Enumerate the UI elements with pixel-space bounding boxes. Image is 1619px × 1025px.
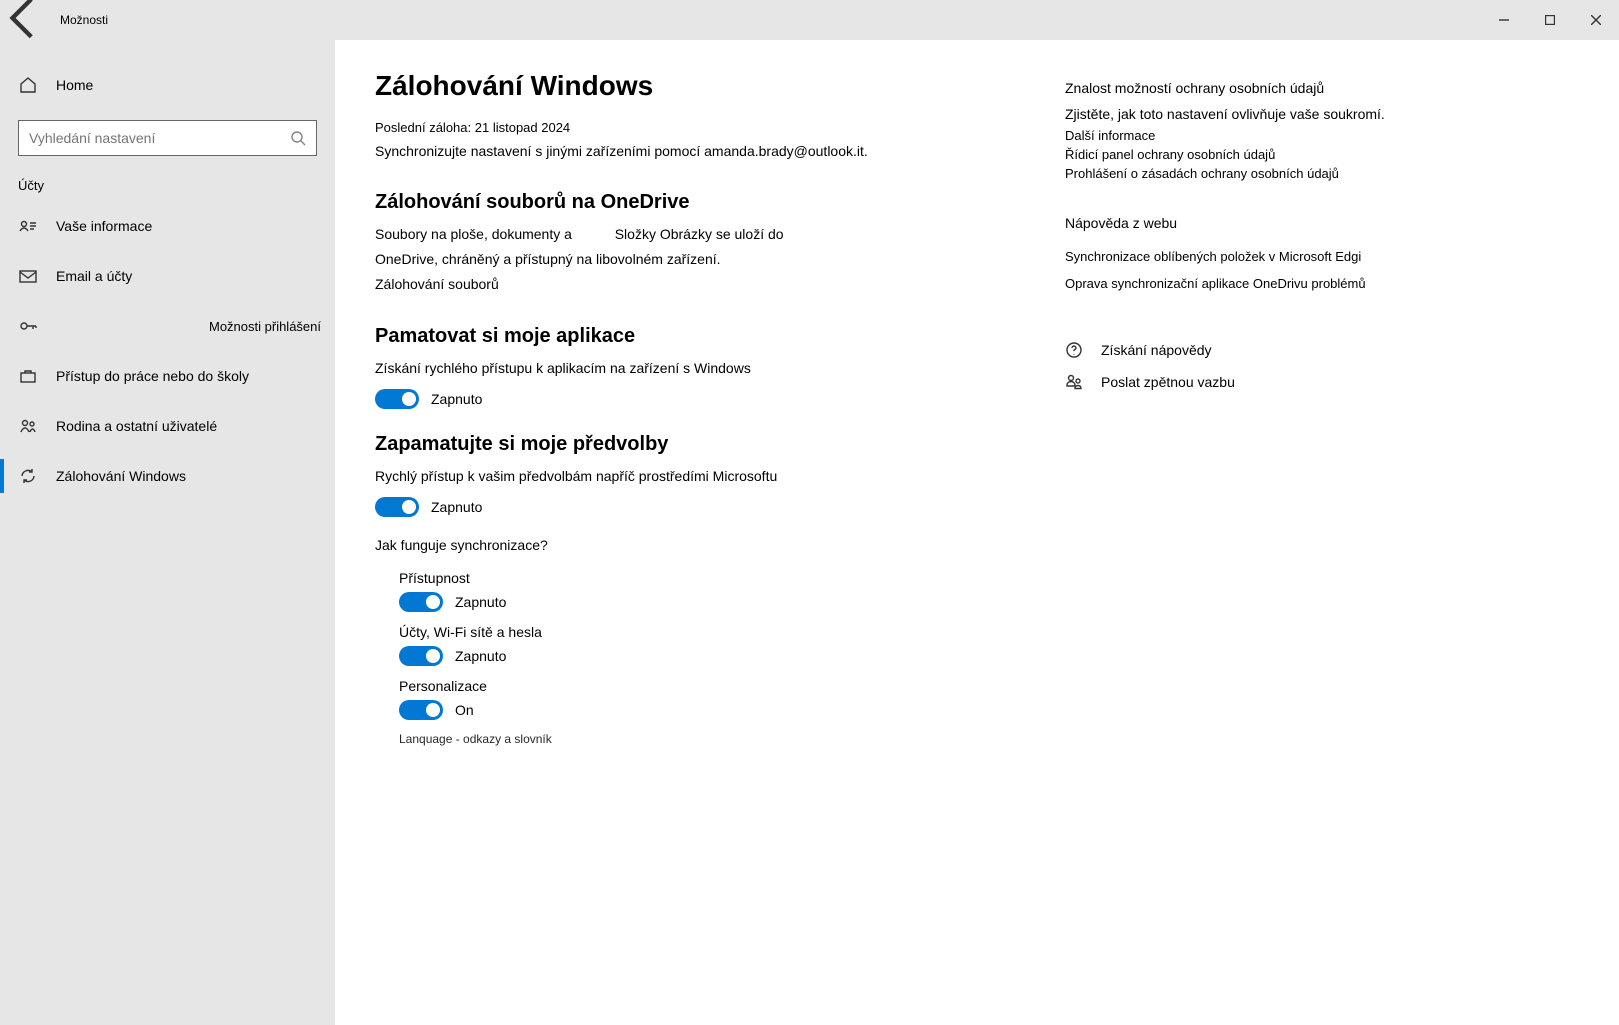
key-icon — [18, 316, 38, 336]
sub-passwords-label: Účty, Wi-Fi sítě a hesla — [399, 624, 1015, 640]
sidebar-item-family[interactable]: Rodina a ostatní uživatelé — [0, 401, 335, 451]
prefs-heading: Zapamatujte si moje předvolby — [375, 433, 1015, 456]
onedrive-manage-link[interactable]: Zálohování souborů — [375, 274, 1015, 295]
search-box[interactable] — [18, 120, 317, 156]
prefs-toggle-state: Zapnuto — [431, 499, 482, 515]
sidebar-item-work[interactable]: Přístup do práce nebo do školy — [0, 351, 335, 401]
sidebar-item-label: Zálohování Windows — [56, 468, 186, 484]
minimize-button[interactable] — [1481, 0, 1527, 40]
help-icon — [1065, 341, 1083, 359]
sidebar-section-header: Účty — [0, 168, 335, 201]
right-pane: Znalost možností ochrany osobních údajů … — [1055, 40, 1595, 1025]
feedback-icon — [1065, 373, 1083, 391]
privacy-desc: Zjistěte, jak toto nastavení ovlivňuje v… — [1065, 106, 1555, 122]
onedrive-heading: Zálohování souborů na OneDrive — [375, 191, 1015, 214]
sidebar-item-your-info[interactable]: Vaše informace — [0, 201, 335, 251]
privacy-link-dashboard[interactable]: Řídicí panel ochrany osobních údajů — [1065, 147, 1555, 162]
apps-toggle-state: Zapnuto — [431, 391, 482, 407]
home-icon — [18, 75, 38, 95]
webhelp-link-onedrive[interactable]: Oprava synchronizační aplikace OneDrivu … — [1065, 276, 1555, 291]
person-card-icon — [18, 216, 38, 236]
sub-passwords-toggle[interactable] — [399, 646, 443, 666]
apps-desc: Získání rychlého přístupu k aplikacím na… — [375, 358, 1015, 379]
prefs-toggle[interactable] — [375, 497, 419, 517]
maximize-button[interactable] — [1527, 0, 1573, 40]
sidebar-item-label: Možnosti přihlášení — [209, 319, 321, 334]
sub-passwords-state: Zapnuto — [455, 648, 506, 664]
sidebar: Home Účty Vaše informace Email a účty Mo… — [0, 40, 335, 1025]
main-content: Zálohování Windows Poslední záloha: 21 l… — [335, 40, 1055, 1025]
sidebar-item-label: Přístup do práce nebo do školy — [56, 368, 249, 384]
close-button[interactable] — [1573, 0, 1619, 40]
get-help-label: Získání nápovědy — [1101, 342, 1212, 358]
privacy-link-statement[interactable]: Prohlášení o zásadách ochrany osobních ú… — [1065, 166, 1555, 181]
people-icon — [18, 416, 38, 436]
webhelp-link-edge[interactable]: Synchronizace oblíbených položek v Micro… — [1065, 249, 1555, 264]
sidebar-item-signin[interactable]: Možnosti přihlášení — [0, 301, 335, 351]
feedback-label: Poslat zpětnou vazbu — [1101, 374, 1235, 390]
apps-toggle[interactable] — [375, 389, 419, 409]
onedrive-text: Soubory na ploše, dokumenty a Složky Obr… — [375, 224, 1015, 245]
sidebar-item-email[interactable]: Email a účty — [0, 251, 335, 301]
get-help-action[interactable]: Získání nápovědy — [1065, 341, 1555, 359]
privacy-heading: Znalost možností ochrany osobních údajů — [1065, 80, 1555, 96]
sub-personalization-state: On — [455, 702, 474, 718]
last-backup: Poslední záloha: 21 listopad 2024 — [375, 120, 1015, 135]
search-input[interactable] — [29, 130, 290, 146]
briefcase-icon — [18, 366, 38, 386]
feedback-action[interactable]: Poslat zpětnou vazbu — [1065, 373, 1555, 391]
sub-language-label: Lanquage - odkazy a slovník — [399, 732, 1015, 746]
sidebar-item-label: Vaše informace — [56, 218, 152, 234]
sub-accessibility-toggle[interactable] — [399, 592, 443, 612]
sub-accessibility-state: Zapnuto — [455, 594, 506, 610]
titlebar: Možnosti — [0, 0, 1619, 40]
webhelp-heading: Nápověda z webu — [1065, 215, 1555, 231]
how-sync-link[interactable]: Jak funguje synchronizace? — [375, 535, 1015, 556]
sidebar-item-label: Rodina a ostatní uživatelé — [56, 418, 217, 434]
sidebar-item-label: Email a účty — [56, 268, 132, 284]
sync-icon — [18, 466, 38, 486]
search-icon — [290, 130, 306, 146]
sub-personalization-toggle[interactable] — [399, 700, 443, 720]
sub-accessibility-label: Přístupnost — [399, 570, 1015, 586]
sidebar-home[interactable]: Home — [0, 60, 335, 110]
sub-personalization-label: Personalizace — [399, 678, 1015, 694]
mail-icon — [18, 266, 38, 286]
privacy-link-more[interactable]: Další informace — [1065, 128, 1555, 143]
prefs-desc: Rychlý přístup k vašim předvolbám napříč… — [375, 466, 1015, 487]
sync-description: Synchronizujte nastavení s jinými zaříze… — [375, 143, 1015, 159]
apps-heading: Pamatovat si moje aplikace — [375, 325, 1015, 348]
sidebar-item-backup[interactable]: Zálohování Windows — [0, 451, 335, 501]
window-title: Možnosti — [50, 13, 108, 27]
page-title: Zálohování Windows — [375, 70, 1015, 102]
sidebar-home-label: Home — [56, 77, 93, 93]
onedrive-text2: OneDrive, chráněný a přístupný na libovo… — [375, 249, 1015, 270]
